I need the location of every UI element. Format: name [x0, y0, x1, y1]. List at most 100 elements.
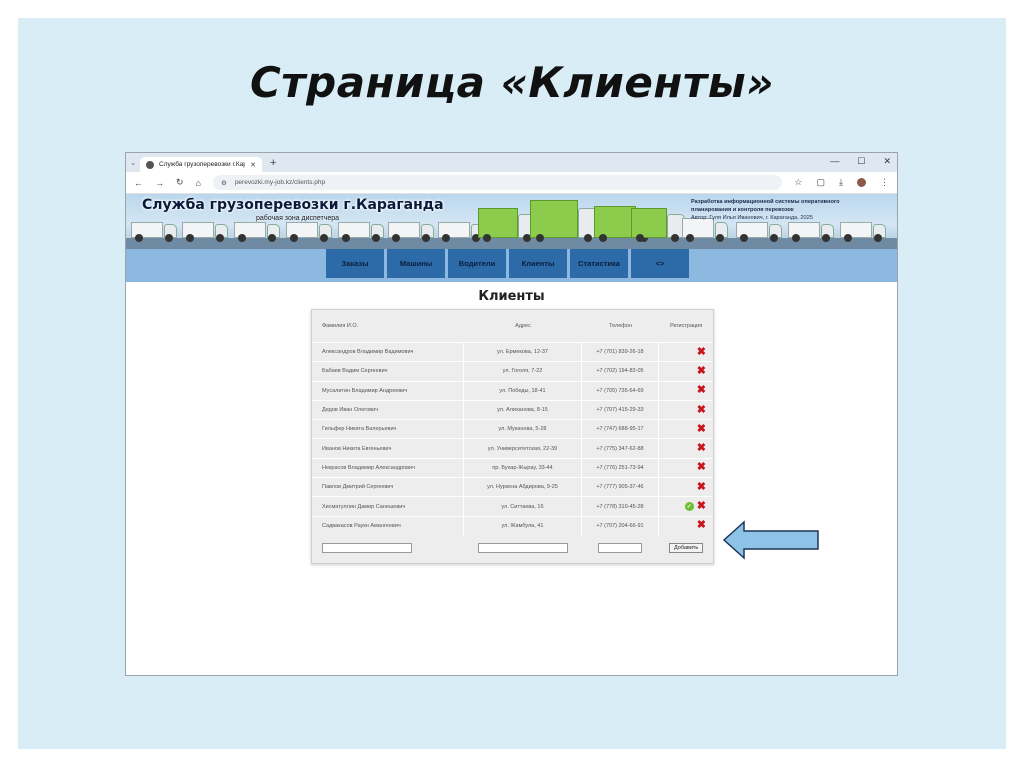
table-row: Хисматуллин Дамир Санешевич ул. Ситтаева,… — [312, 496, 713, 516]
client-address: ул. Жамбула, 41 — [464, 516, 582, 535]
row-actions: ✖ — [659, 382, 713, 400]
url-text: perevozki.my-job.kz/clients.php — [234, 179, 326, 186]
nav-more[interactable]: <> — [631, 249, 689, 278]
table-row: Дедов Иван Олегович ул. Алиханова, 8-15 +7… — [312, 399, 713, 420]
new-address-input[interactable] — [477, 542, 568, 553]
client-phone: +7 (707) 415-29-33 — [582, 400, 660, 420]
back-icon[interactable]: ← — [134, 178, 143, 188]
nav-drivers[interactable]: Водители — [448, 249, 506, 278]
nav-statistics[interactable]: Статистика — [570, 249, 628, 278]
client-name: Гильфер Никита Валерьевич — [312, 420, 465, 439]
profile-avatar[interactable] — [857, 178, 866, 187]
table-row: Некрасов Владимир Александрович пр. Бухар… — [312, 457, 713, 478]
row-actions: ✖ — [659, 459, 713, 477]
site-content: Служба грузоперевозки г.Караганда рабоча… — [126, 194, 897, 675]
client-name: Хисматуллин Дамир Санешевич — [312, 497, 465, 516]
client-phone: +7 (701) 839-26-18 — [582, 343, 660, 362]
delete-icon[interactable]: ✖ — [697, 520, 706, 531]
browser-tab[interactable]: Служба грузоперевозки г.Кар ✕ — [140, 157, 262, 172]
delete-icon[interactable]: ✖ — [697, 346, 706, 358]
delete-icon[interactable]: ✖ — [697, 501, 706, 512]
menu-kebab-icon[interactable]: ⋮ — [880, 177, 889, 188]
close-window-icon[interactable]: ✕ — [883, 156, 891, 167]
download-icon[interactable]: ⤓ — [839, 177, 843, 188]
nav-clients[interactable]: Клиенты — [509, 249, 567, 278]
client-address: ул. Ситтаева, 16 — [464, 497, 582, 516]
new-tab-icon[interactable]: + — [270, 157, 276, 169]
favicon-icon — [146, 160, 154, 169]
reload-icon[interactable]: ↻ — [176, 177, 184, 188]
header-address: Адрес — [515, 323, 531, 329]
browser-window: ⌄ Служба грузоперевозки г.Кар ✕ + — ☐ ✕ … — [125, 152, 898, 676]
client-name: Дедов Иван Олегович — [312, 400, 465, 420]
minimize-icon[interactable]: — — [830, 156, 839, 167]
new-phone-input[interactable] — [598, 542, 643, 553]
client-phone: +7 (778) 310-45-28 — [582, 497, 660, 516]
table-row: Иванов Никита Евгеньевич ул. Университетс… — [312, 438, 713, 458]
pointer-arrow — [722, 520, 819, 560]
close-tab-icon[interactable]: ✕ — [250, 161, 256, 169]
client-address: ул. Гоголя, 7-22 — [464, 362, 582, 381]
slide-title: Страница «Клиенты» — [249, 58, 775, 107]
add-button[interactable]: Добавить — [668, 542, 704, 553]
new-name-input[interactable] — [322, 542, 412, 553]
site-info-line: планирования и контроля перевозок — [691, 207, 794, 213]
delete-icon[interactable]: ✖ — [697, 404, 706, 416]
table-row: Мусалитин Владимир Андреевич ул. Победы, … — [312, 380, 713, 400]
registered-check-icon[interactable]: ✓ — [684, 502, 694, 512]
client-address: пр. Бухар-Жырау, 33-44 — [464, 458, 582, 478]
nav-cars[interactable]: Машины — [387, 249, 445, 278]
client-address: ул. Университетская, 22-39 — [464, 439, 582, 458]
site-info-line: Разработка информационной системы операт… — [691, 199, 840, 205]
client-address: ул. Победы, 18-41 — [464, 381, 582, 400]
site-info-icon[interactable]: ⚙ — [221, 179, 227, 187]
site-info: Разработка информационной системы операт… — [691, 198, 896, 222]
maximize-icon[interactable]: ☐ — [857, 156, 865, 167]
table-row: Гильфер Никита Валерьевич ул. Муканова, 5… — [312, 419, 713, 439]
client-phone: +7 (705) 735-64-69 — [582, 381, 660, 400]
client-phone: +7 (775) 347-62-88 — [582, 439, 660, 458]
site-banner: Служба грузоперевозки г.Караганда рабоча… — [126, 194, 897, 249]
header-name: Фамилия И.О. — [322, 323, 359, 329]
tab-title: Служба грузоперевозки г.Кар — [159, 161, 246, 168]
client-name: Мусалитин Владимир Андреевич — [312, 381, 465, 400]
client-name: Садвакасов Раукн Амангеевич — [312, 516, 465, 535]
delete-icon[interactable]: ✖ — [697, 385, 706, 396]
client-name: Иванов Никита Евгеньевич — [312, 439, 465, 458]
delete-icon[interactable]: ✖ — [697, 423, 706, 435]
row-actions: ✖ — [659, 439, 713, 457]
clients-table: Фамилия И.О. Адрес Телефон Регистрация А… — [311, 309, 714, 564]
tab-bar: ⌄ Служба грузоперевозки г.Кар ✕ + — ☐ ✕ — [126, 153, 897, 172]
delete-icon[interactable]: ✖ — [697, 443, 706, 454]
client-name: Александров Владимир Вадимович — [312, 343, 465, 362]
client-address: ул. Ермекова, 12-37 — [464, 343, 582, 362]
row-actions: ✖ — [659, 362, 713, 380]
tab-list-icon[interactable]: ⌄ — [126, 159, 140, 167]
row-actions: ✖ — [659, 401, 713, 419]
table-row: Бабаев Вадим Сергеевич ул. Гоголя, 7-22 +7… — [312, 361, 713, 381]
forward-icon[interactable]: → — [155, 178, 164, 188]
client-name: Некрасов Владимир Александрович — [312, 458, 465, 478]
delete-icon[interactable]: ✖ — [697, 481, 706, 493]
client-address: ул. Алиханова, 8-15 — [464, 400, 582, 420]
site-title: Служба грузоперевозки г.Караганда — [142, 197, 444, 213]
table-row: Павлов Дмитрий Сергеевич ул. Нуркена Абди… — [312, 477, 713, 497]
client-phone: +7 (702) 194-83-05 — [582, 362, 660, 381]
extensions-icon[interactable]: ▢ — [817, 177, 826, 188]
client-address: ул. Муканова, 5-28 — [464, 420, 582, 439]
header-phone: Телефон — [609, 323, 632, 329]
home-icon[interactable]: ⌂ — [196, 178, 201, 188]
add-client-row: Добавить — [312, 537, 713, 559]
delete-icon[interactable]: ✖ — [697, 365, 706, 377]
table-header: Фамилия И.О. Адрес Телефон Регистрация — [312, 310, 713, 342]
url-field[interactable]: ⚙ perevozki.my-job.kz/clients.php — [212, 175, 783, 190]
client-phone: +7 (777) 905-37-46 — [582, 478, 660, 497]
client-phone: +7 (747) 688-95-17 — [582, 420, 660, 439]
site-author: Автор: Гуля Илья Иванович, г. Караганда,… — [691, 215, 813, 221]
row-actions: ✖ — [659, 478, 713, 496]
bookmark-star-icon[interactable]: ☆ — [794, 177, 802, 188]
nav-orders[interactable]: Заказы — [326, 249, 384, 278]
client-address: ул. Нуркена Абдирова, 9-25 — [464, 478, 582, 497]
delete-icon[interactable]: ✖ — [697, 462, 706, 473]
row-actions: ✖ — [659, 517, 713, 535]
